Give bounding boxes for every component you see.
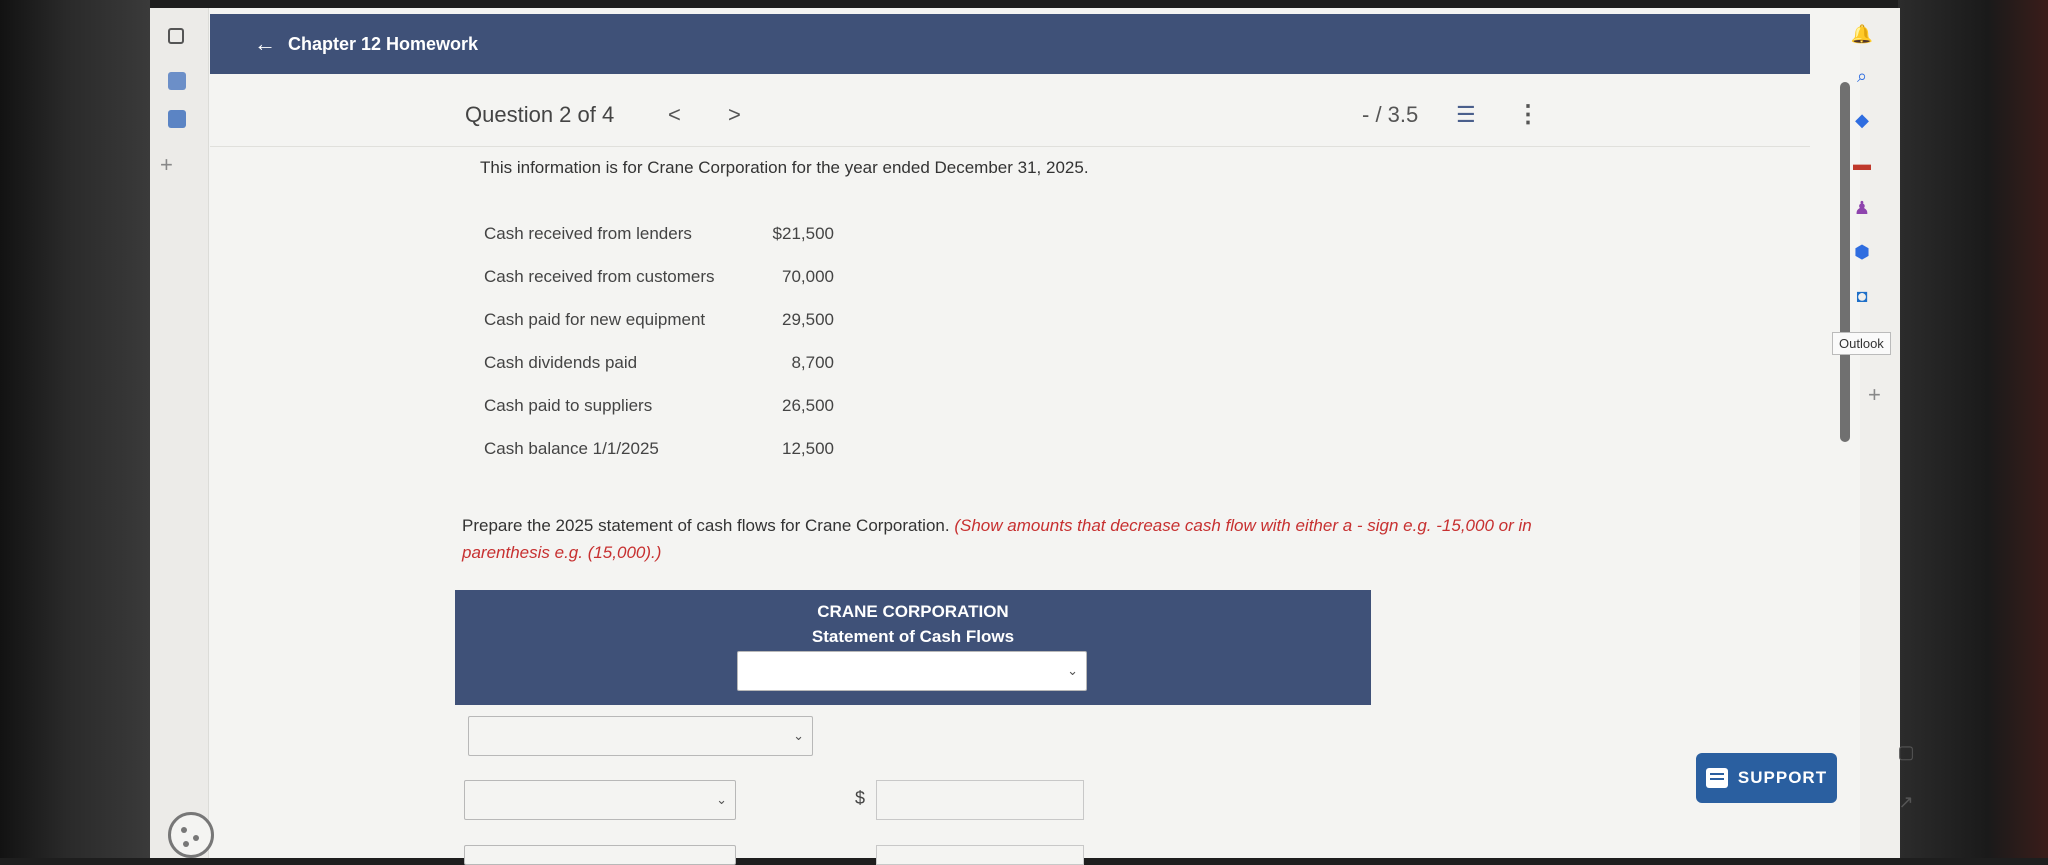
section-heading-dropdown[interactable]: ⌄ <box>468 716 813 756</box>
chevron-down-icon: ⌄ <box>716 792 727 807</box>
item-value: 12,500 <box>782 438 834 458</box>
toolbox-icon[interactable]: ▬ <box>1842 154 1882 175</box>
copilot-icon[interactable]: ⬢ <box>1842 242 1882 263</box>
item-label: Cash received from lenders <box>484 223 692 243</box>
table-row: Cash dividends paid 8,700 <box>470 341 834 384</box>
external-link-icon[interactable]: ↗ <box>1886 792 1926 813</box>
support-label: SUPPORT <box>1737 768 1828 787</box>
item-label: Cash dividends paid <box>484 352 638 372</box>
left-rail <box>150 8 209 858</box>
photo-bezel-left <box>0 0 150 858</box>
more-options-icon[interactable]: ⋮ <box>1516 100 1540 129</box>
question-counter: Question 2 of 4 <box>465 102 615 127</box>
line-item-dropdown[interactable]: ⌄ <box>464 780 736 820</box>
item-value: 70,000 <box>782 266 834 286</box>
chevron-down-icon: ⌄ <box>1067 663 1078 678</box>
tab-favicon-icon[interactable] <box>168 72 186 90</box>
sidebar-toggle-icon[interactable] <box>168 28 184 44</box>
split-screen-icon[interactable]: ▢ <box>1886 742 1926 763</box>
table-row: Cash paid for new equipment 29,500 <box>470 298 834 341</box>
period-dropdown[interactable]: ⌄ <box>737 651 1087 691</box>
bell-icon[interactable]: 🔔 <box>1842 24 1882 45</box>
chevron-down-icon: ⌄ <box>793 728 804 743</box>
table-row: Cash balance 1/1/2025 12,500 <box>470 427 834 470</box>
statement-title: Statement of Cash Flows <box>811 627 1015 646</box>
instruction-text: Prepare the 2025 statement of cash flows… <box>462 512 1562 566</box>
table-row: Cash received from lenders $21,500 <box>470 212 834 255</box>
line-item-dropdown[interactable] <box>464 845 736 865</box>
add-sidebar-app-icon[interactable]: + <box>1868 382 1881 408</box>
tab-favicon-icon[interactable] <box>168 110 186 128</box>
photo-bezel-right <box>1898 0 2048 858</box>
item-label: Cash received from customers <box>484 266 715 286</box>
item-label: Cash balance 1/1/2025 <box>484 438 659 458</box>
statement-header: CRANE CORPORATION Statement of Cash Flow… <box>455 590 1371 705</box>
amount-input[interactable] <box>876 780 1084 820</box>
instruction-main: Prepare the 2025 statement of cash flows… <box>462 516 950 535</box>
search-icon[interactable]: ⌕ <box>1842 66 1882 87</box>
amount-input[interactable] <box>876 845 1084 865</box>
people-icon[interactable]: ♟ <box>1842 198 1882 219</box>
back-arrow-icon[interactable]: ← <box>254 31 276 57</box>
outlook-tooltip: Outlook <box>1832 332 1891 355</box>
support-button[interactable]: SUPPORT <box>1696 753 1837 803</box>
currency-symbol: $ <box>855 788 866 808</box>
item-label: Cash paid to suppliers <box>484 395 653 415</box>
new-tab-plus-icon[interactable]: + <box>160 152 173 178</box>
outlook-icon[interactable]: ◘ <box>1842 286 1882 307</box>
chat-icon <box>1705 768 1728 788</box>
next-question-button[interactable]: > <box>728 102 741 128</box>
browser-right-sidebar <box>1860 8 1900 858</box>
problem-intro: This information is for Crane Corporatio… <box>480 158 1089 177</box>
item-label: Cash paid for new equipment <box>484 309 706 329</box>
previous-question-button[interactable]: < <box>668 102 681 128</box>
header-bar: ← Chapter 12 Homework <box>210 14 1810 74</box>
item-value: 26,500 <box>782 395 834 415</box>
table-row: Cash received from customers 70,000 <box>470 255 834 298</box>
question-nav: Question 2 of 4 < > - / 3.5 ☰ ⋮ <box>210 92 1810 147</box>
assignment-title[interactable]: Chapter 12 Homework <box>288 34 478 55</box>
table-row: Cash paid to suppliers 26,500 <box>470 384 834 427</box>
item-value: 8,700 <box>791 352 834 372</box>
statement-company: CRANE CORPORATION <box>817 602 1009 621</box>
cookie-icon[interactable] <box>168 812 214 858</box>
question-list-icon[interactable]: ☰ <box>1456 102 1476 128</box>
item-value: $21,500 <box>772 223 834 243</box>
item-value: 29,500 <box>782 309 834 329</box>
given-data-table: Cash received from lenders $21,500 Cash … <box>470 212 834 470</box>
score-display: - / 3.5 <box>1362 102 1419 127</box>
tag-icon[interactable]: ◆ <box>1842 110 1882 131</box>
